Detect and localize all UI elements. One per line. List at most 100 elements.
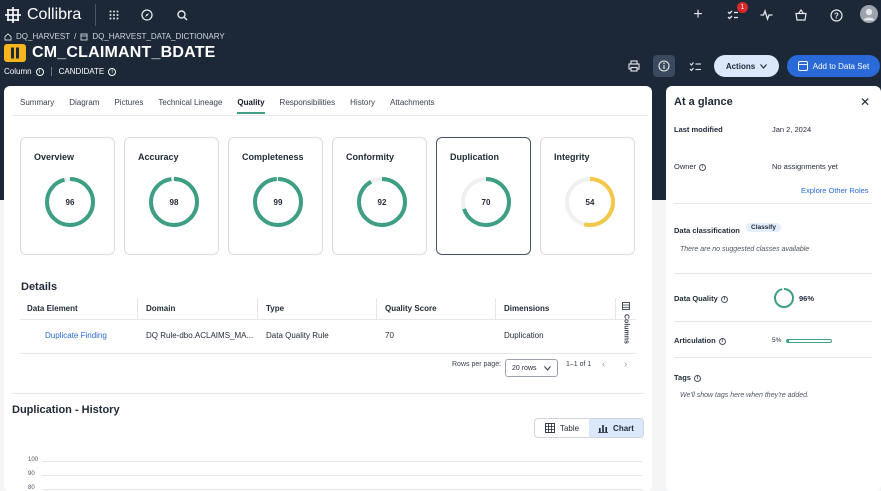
tags-label: Tags — [674, 373, 691, 382]
table-view-label: Table — [559, 423, 580, 433]
asset-status: CANDIDATE — [58, 67, 105, 76]
table-icon — [544, 423, 555, 433]
user-avatar[interactable] — [860, 5, 878, 23]
tab-quality[interactable]: Quality — [237, 98, 265, 114]
score-card-accuracy[interactable]: Accuracy 98 — [124, 137, 219, 255]
tab-summary[interactable]: Summary — [20, 98, 54, 114]
panel-divider — [674, 357, 872, 358]
close-icon[interactable]: ✕ — [860, 95, 870, 109]
prev-page-icon[interactable]: ‹ — [602, 359, 605, 370]
meta-divider — [50, 67, 52, 76]
search-icon[interactable] — [174, 7, 190, 23]
add-to-data-set-label: Add to Data Set — [812, 61, 870, 71]
col-header-domain[interactable]: Domain — [146, 304, 175, 313]
explore-other-roles-link[interactable]: Explore Other Roles — [801, 186, 869, 195]
collibra-logo-icon — [5, 7, 21, 23]
collibra-logo[interactable]: Collibra — [4, 6, 81, 24]
articulation-info-icon[interactable]: i — [718, 337, 726, 345]
score-value: 54 — [586, 198, 595, 207]
apps-grid-icon[interactable] — [106, 7, 122, 23]
score-card-title: Accuracy — [138, 152, 179, 162]
nav-divider — [95, 4, 97, 26]
chevron-down-icon — [544, 365, 551, 371]
info-icon[interactable]: i — [35, 67, 44, 76]
col-header-data-element[interactable]: Data Element — [27, 304, 78, 313]
breadcrumb-domain[interactable]: DQ_HARVEST_DATA_DICTIONARY — [92, 32, 224, 41]
checklist-icon[interactable] — [687, 56, 703, 76]
dq-ring-arc — [774, 288, 794, 308]
view-toggle: Table Chart — [534, 418, 644, 438]
help-icon[interactable]: ? — [828, 7, 844, 23]
table-header-line — [20, 319, 636, 320]
gridline — [42, 489, 642, 490]
chevron-down-icon — [760, 63, 768, 69]
data-quality-value: 96% — [799, 294, 815, 303]
tab-attachments[interactable]: Attachments — [390, 98, 434, 114]
actions-label: Actions — [725, 61, 756, 71]
status-info-icon[interactable]: i — [108, 67, 117, 76]
next-page-icon[interactable]: › — [624, 359, 627, 370]
score-card-conformity[interactable]: Conformity 92 — [332, 137, 427, 255]
info-panel-toggle[interactable] — [653, 55, 675, 77]
classification-empty-text: There are no suggested classes available — [680, 246, 810, 253]
columns-icon — [622, 302, 630, 310]
data-quality-ring — [774, 288, 794, 308]
plus-icon[interactable]: + — [690, 6, 706, 23]
columns-label: Columns — [622, 314, 630, 344]
col-header-quality-score[interactable]: Quality Score — [385, 304, 437, 313]
panel-divider — [674, 273, 872, 274]
chart-view-button[interactable]: Chart — [589, 419, 643, 437]
top-navigation: Collibra — [0, 0, 881, 30]
tasks-icon[interactable]: 1 — [725, 2, 748, 23]
actions-button[interactable]: Actions — [714, 55, 779, 77]
y-tick-label: 90 — [28, 471, 35, 477]
tab-pictures[interactable]: Pictures — [114, 98, 143, 114]
score-value: 98 — [170, 198, 179, 207]
rows-per-page-value: 20 rows — [512, 364, 537, 372]
y-tick-label: 100 — [28, 457, 39, 463]
svg-text:?: ? — [834, 11, 839, 20]
breadcrumb: DQ_HARVEST / DQ_HARVEST_DATA_DICTIONARY — [4, 32, 225, 41]
owner-label: Owner — [674, 162, 697, 171]
tab-responsibilities[interactable]: Responsibilities — [280, 98, 336, 114]
add-to-data-set-button[interactable]: Add to Data Set — [787, 55, 880, 77]
tab-technical-lineage[interactable]: Technical Lineage — [158, 98, 222, 114]
score-card-completeness[interactable]: Completeness 99 — [228, 137, 323, 255]
col-header-type[interactable]: Type — [266, 304, 284, 313]
score-value: 99 — [274, 198, 283, 207]
tab-diagram[interactable]: Diagram — [69, 98, 99, 114]
basket-icon[interactable] — [793, 7, 809, 23]
activity-icon[interactable] — [758, 7, 774, 23]
type-cell: Data Quality Rule — [266, 331, 329, 340]
chart-view-label: Chart — [613, 423, 634, 433]
columns-button[interactable]: Columns — [618, 302, 634, 350]
data-quality-info-icon[interactable]: i — [720, 295, 728, 303]
tags-info-icon[interactable]: i — [693, 374, 701, 382]
score-card-title: Overview — [34, 152, 75, 162]
score-card-title: Integrity — [554, 152, 590, 162]
articulation-label: Articulation — [674, 336, 716, 345]
owner-info-icon[interactable]: i — [699, 163, 707, 171]
print-icon[interactable] — [626, 56, 642, 76]
classify-chip[interactable]: Classify — [746, 223, 781, 232]
panel-divider — [674, 203, 872, 204]
tabs-divider — [12, 115, 648, 116]
breadcrumb-community[interactable]: DQ_HARVEST — [16, 32, 70, 41]
notification-badge: 1 — [737, 2, 748, 13]
dimensions-cell: Duplication — [504, 331, 544, 340]
score-card-overview[interactable]: Overview 96 — [20, 137, 115, 255]
col-header-dimensions[interactable]: Dimensions — [504, 304, 549, 313]
rows-per-page-select[interactable]: 20 rows — [505, 359, 558, 377]
articulation-progress-fill — [787, 340, 790, 342]
tab-history[interactable]: History — [350, 98, 375, 114]
column-type-icon — [4, 44, 26, 62]
score-card-duplication[interactable]: Duplication 70 — [436, 137, 531, 255]
compass-icon[interactable] — [139, 7, 155, 23]
domain-icon — [80, 33, 88, 40]
data-element-link[interactable]: Duplicate Finding — [45, 331, 107, 340]
page-title: CM_CLAIMANT_BDATE — [32, 44, 216, 61]
owner-value: No assignments yet — [772, 162, 838, 171]
score-card-integrity[interactable]: Integrity 54 — [540, 137, 635, 255]
at-a-glance-panel: At a glance ✕ Last modified Jan 2, 2024 … — [666, 86, 881, 491]
table-view-button[interactable]: Table — [535, 419, 589, 437]
